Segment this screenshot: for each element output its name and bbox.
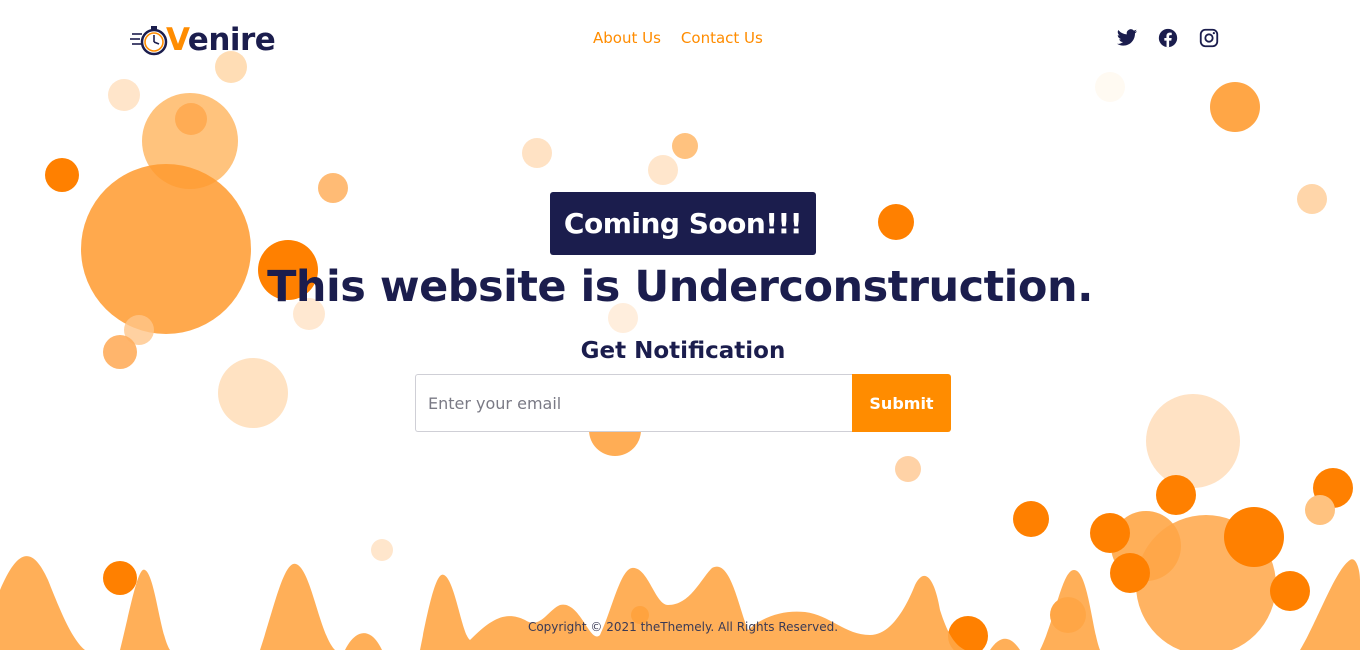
- facebook-icon[interactable]: [1157, 27, 1179, 49]
- get-notification-heading: Get Notification: [580, 338, 786, 364]
- page-headline: This website is Underconstruction.: [267, 262, 1093, 312]
- submit-button[interactable]: Submit: [852, 374, 951, 432]
- copyright-text: Copyright © 2021 theThemely. All Rights …: [527, 620, 839, 634]
- nav-link-contact-us[interactable]: Contact Us: [681, 29, 763, 47]
- site-header: Venire About Us Contact Us: [0, 0, 1360, 78]
- email-input[interactable]: [415, 374, 852, 432]
- instagram-icon[interactable]: [1198, 27, 1220, 49]
- notify-form: Submit: [415, 374, 951, 432]
- twitter-icon[interactable]: [1116, 27, 1138, 49]
- nav-link-about-us[interactable]: About Us: [593, 29, 661, 47]
- decorative-waves: [0, 556, 1360, 650]
- site-logo[interactable]: Venire: [130, 20, 276, 60]
- stopwatch-icon: [130, 23, 170, 57]
- coming-soon-badge: Coming Soon!!!: [550, 192, 816, 255]
- social-links: [1116, 27, 1220, 49]
- logo-text: Venire: [166, 22, 276, 58]
- main-nav: About Us Contact Us: [593, 29, 763, 47]
